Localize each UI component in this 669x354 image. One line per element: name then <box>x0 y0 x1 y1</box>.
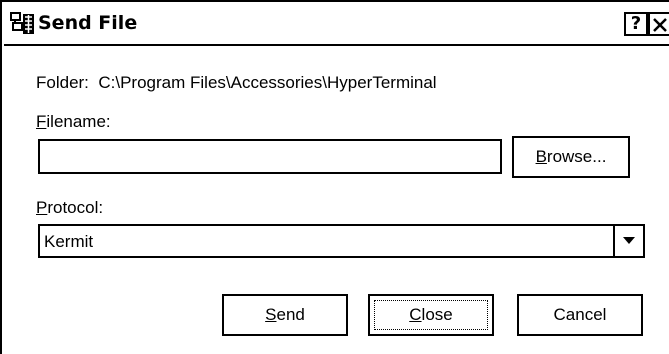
filename-input[interactable] <box>38 139 502 174</box>
folder-row: Folder: C:\Program Files\Accessories\Hyp… <box>36 73 437 93</box>
filename-label: Filename: <box>36 112 111 131</box>
send-button[interactable]: Send <box>222 294 348 336</box>
close-window-button[interactable] <box>648 12 669 36</box>
protocol-label: Protocol: <box>36 198 104 217</box>
chevron-down-icon <box>623 237 635 245</box>
cancel-button[interactable]: Cancel <box>517 294 643 336</box>
title-bar[interactable]: Send File ? <box>4 4 669 46</box>
hyperterminal-icon <box>10 11 36 37</box>
folder-label: Folder: <box>36 73 89 92</box>
protocol-select[interactable]: Kermit <box>38 224 645 258</box>
close-button[interactable]: Close <box>368 294 494 336</box>
close-icon <box>650 17 669 33</box>
protocol-selected-value: Kermit <box>44 232 94 251</box>
help-button[interactable]: ? <box>624 12 648 36</box>
window-title: Send File <box>38 12 138 34</box>
folder-path: C:\Program Files\Accessories\HyperTermin… <box>98 73 437 92</box>
browse-button[interactable]: Browse... <box>512 136 630 178</box>
dropdown-arrow-button[interactable] <box>613 226 643 256</box>
send-file-dialog: Send File ? Folder: C:\Program Files\Acc… <box>0 0 669 354</box>
